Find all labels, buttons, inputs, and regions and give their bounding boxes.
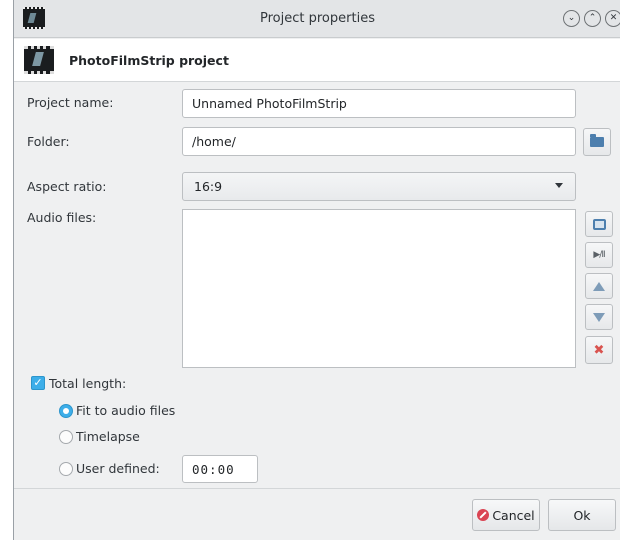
cancel-button[interactable]: Cancel bbox=[472, 499, 540, 531]
folder-value: /home/ bbox=[192, 134, 236, 149]
close-icon: ✕ bbox=[609, 13, 618, 23]
add-audio-button[interactable] bbox=[585, 211, 613, 237]
minimize-button[interactable]: ⌄ bbox=[563, 10, 580, 27]
footer-divider bbox=[14, 488, 620, 489]
window-title: Project properties bbox=[260, 11, 375, 26]
header-title: PhotoFilmStrip project bbox=[69, 53, 229, 68]
user-defined-radio[interactable] bbox=[59, 462, 73, 476]
ok-button[interactable]: Ok bbox=[548, 499, 616, 531]
timelapse-label[interactable]: Timelapse bbox=[76, 429, 140, 444]
folder-input[interactable]: /home/ bbox=[182, 127, 576, 156]
aspect-ratio-value: 16:9 bbox=[194, 179, 223, 194]
folder-icon bbox=[590, 134, 604, 147]
project-properties-dialog: Project properties ⌄ ⌃ ✕ PhotoFilmStrip … bbox=[13, 0, 620, 540]
move-up-button[interactable] bbox=[585, 273, 613, 299]
chevron-down-icon: ⌄ bbox=[567, 13, 576, 23]
total-length-label[interactable]: Total length: bbox=[49, 376, 126, 391]
timelapse-radio[interactable] bbox=[59, 430, 73, 444]
move-up-icon bbox=[593, 281, 605, 291]
project-name-label: Project name: bbox=[27, 95, 114, 110]
close-button[interactable]: ✕ bbox=[605, 10, 620, 27]
audio-files-label: Audio files: bbox=[27, 210, 97, 225]
cancel-label: Cancel bbox=[492, 507, 535, 523]
dropdown-arrow-icon bbox=[555, 183, 563, 188]
ok-label: Ok bbox=[573, 507, 591, 523]
move-down-icon bbox=[593, 312, 605, 322]
project-name-value: Unnamed PhotoFilmStrip bbox=[192, 96, 347, 111]
play-pause-icon: ▶/II bbox=[593, 250, 605, 260]
cancel-icon bbox=[477, 509, 490, 521]
project-icon bbox=[24, 46, 54, 74]
aspect-ratio-select[interactable]: 16:9 bbox=[182, 172, 576, 201]
audio-files-list[interactable] bbox=[182, 209, 576, 368]
fit-to-audio-label[interactable]: Fit to audio files bbox=[76, 403, 175, 418]
user-defined-duration-value: 00:00 bbox=[192, 461, 235, 477]
aspect-ratio-label: Aspect ratio: bbox=[27, 179, 107, 194]
folder-label: Folder: bbox=[27, 134, 70, 149]
project-name-input[interactable]: Unnamed PhotoFilmStrip bbox=[182, 89, 576, 118]
user-defined-label[interactable]: User defined: bbox=[76, 461, 160, 476]
fit-to-audio-radio[interactable] bbox=[59, 404, 73, 418]
move-down-button[interactable] bbox=[585, 304, 613, 330]
check-icon: ✓ bbox=[33, 376, 43, 389]
remove-icon: ✖ bbox=[593, 342, 605, 358]
total-length-checkbox[interactable]: ✓ bbox=[31, 376, 45, 390]
user-defined-duration-input[interactable]: 00:00 bbox=[182, 455, 258, 483]
title-bar[interactable]: Project properties ⌄ ⌃ ✕ bbox=[14, 0, 620, 38]
open-icon bbox=[592, 218, 606, 230]
remove-audio-button[interactable]: ✖ bbox=[585, 336, 613, 364]
browse-folder-button[interactable] bbox=[583, 128, 611, 156]
dialog-header: PhotoFilmStrip project bbox=[14, 39, 620, 82]
maximize-button[interactable]: ⌃ bbox=[584, 10, 601, 27]
chevron-up-icon: ⌃ bbox=[588, 13, 597, 23]
play-pause-button[interactable]: ▶/II bbox=[585, 242, 613, 268]
